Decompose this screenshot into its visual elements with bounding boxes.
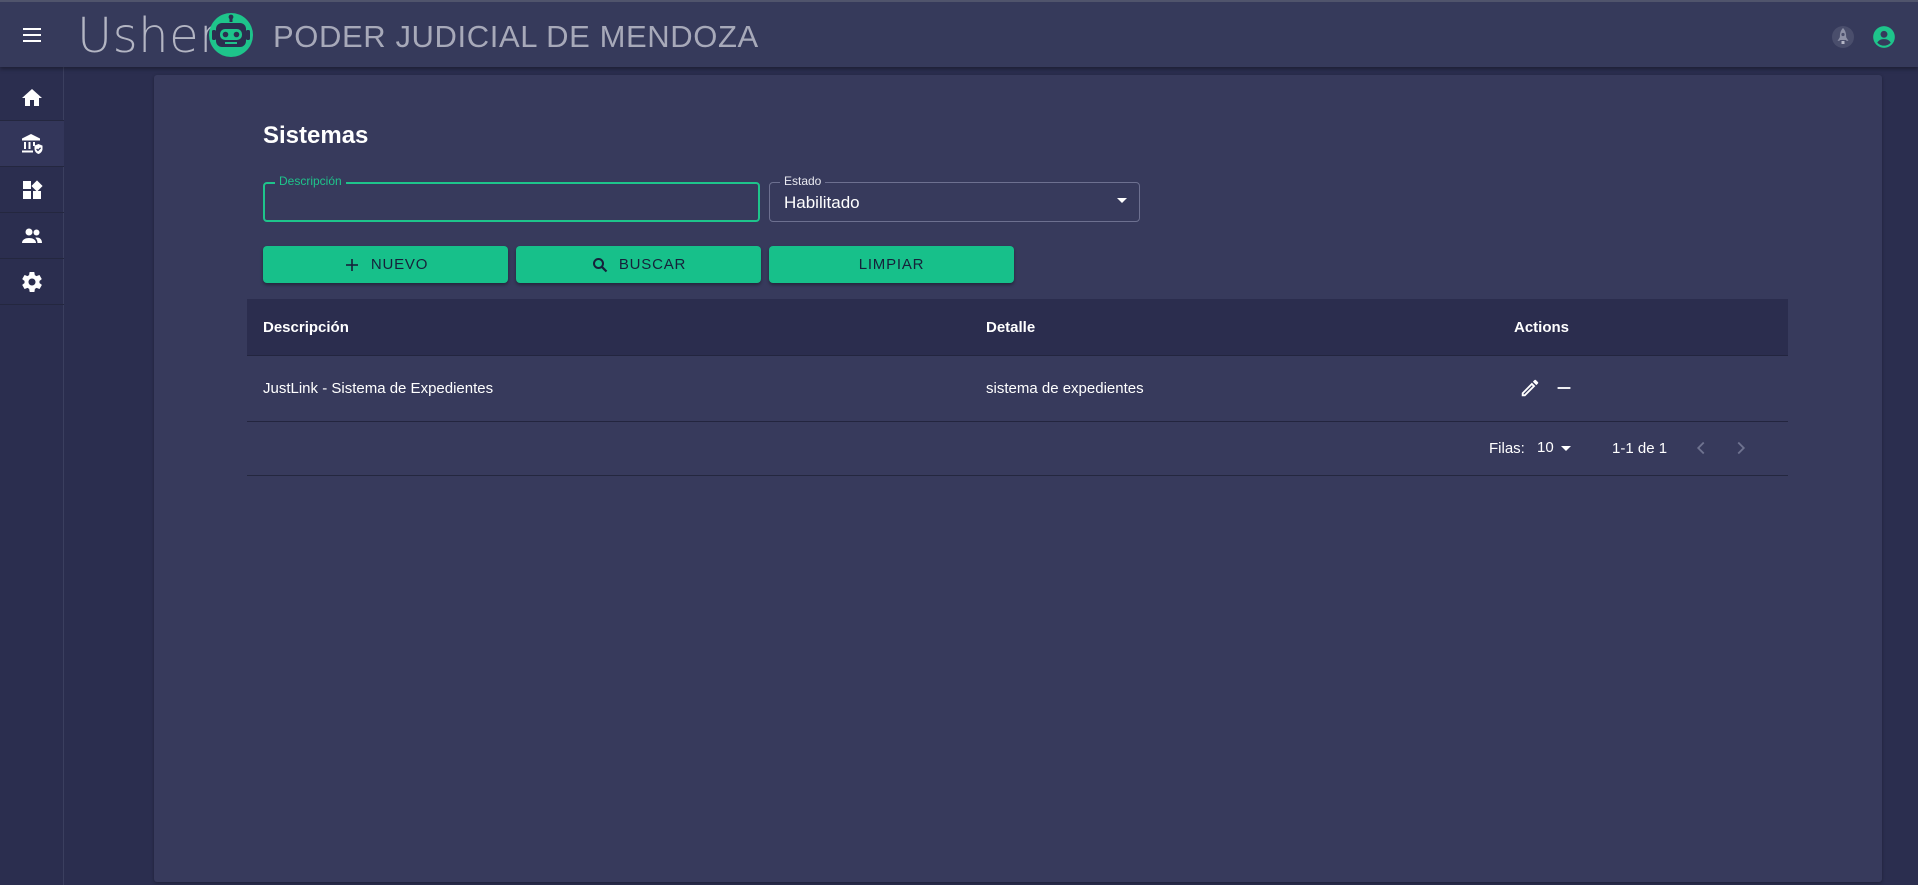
cell-detalle: sistema de expedientes	[986, 380, 1144, 397]
gear-icon	[22, 271, 42, 292]
limpiar-button[interactable]: LIMPIAR	[769, 246, 1014, 283]
estado-select[interactable]: Estado Habilitado	[769, 174, 1140, 222]
previous-page-button[interactable]	[1687, 434, 1715, 462]
sidebar-item-institutions[interactable]	[0, 121, 64, 167]
column-header-descripcion[interactable]: Descripción	[263, 319, 349, 336]
column-header-actions: Actions	[1514, 319, 1570, 336]
pencil-icon	[1521, 379, 1539, 397]
plus-icon	[345, 258, 358, 271]
table-header: Descripción Detalle Actions	[247, 299, 1788, 356]
sidebar-item-widgets[interactable]	[0, 167, 64, 213]
robot-logo-icon	[209, 13, 253, 57]
dropdown-arrow-icon	[1561, 446, 1571, 451]
sistemas-table: Descripción Detalle Actions JustLink - S…	[247, 299, 1788, 476]
chevron-right-icon	[1737, 441, 1746, 455]
estado-label: Estado	[780, 174, 826, 188]
app-bar: Usher PODER JUDICIAL DE MENDOZA	[0, 0, 1918, 67]
estado-value: Habilitado	[784, 193, 860, 212]
home-icon	[22, 88, 42, 106]
descripcion-field[interactable]: Descripción	[263, 174, 760, 222]
cell-descripcion: JustLink - Sistema de Expedientes	[263, 380, 494, 397]
table-pagination: Filas: 10 1-1 de 1	[247, 422, 1788, 475]
column-header-detalle[interactable]: Detalle	[986, 319, 1035, 336]
disable-button[interactable]	[1551, 375, 1577, 401]
rows-per-page-value: 10	[1537, 439, 1554, 456]
buscar-label: BUSCAR	[618, 256, 687, 273]
organization-name: PODER JUDICIAL DE MENDOZA	[273, 19, 759, 54]
app-brand: Usher	[77, 8, 220, 64]
dropdown-arrow-icon	[1117, 198, 1127, 203]
bank-shield-icon	[22, 133, 43, 154]
sidebar	[0, 67, 64, 885]
menu-button[interactable]	[14, 19, 50, 51]
dashboard-icon	[23, 179, 43, 199]
pagination-range: 1-1 de 1	[1612, 440, 1668, 457]
rocket-icon[interactable]	[1831, 24, 1855, 50]
sidebar-item-users[interactable]	[0, 213, 64, 259]
descripcion-label: Descripción	[275, 174, 346, 188]
menu-icon	[23, 28, 41, 42]
descripcion-input[interactable]	[275, 190, 748, 216]
sidebar-item-home[interactable]	[0, 75, 64, 121]
rows-per-page-select[interactable]: 10	[1537, 435, 1579, 459]
nuevo-button[interactable]: NUEVO	[263, 246, 508, 283]
minus-icon	[1557, 387, 1571, 389]
edit-button[interactable]	[1517, 375, 1543, 401]
people-icon	[22, 228, 42, 243]
rows-per-page-label: Filas:	[1489, 440, 1525, 457]
chevron-left-icon	[1696, 441, 1705, 455]
sidebar-item-settings[interactable]	[0, 259, 64, 305]
limpiar-label: LIMPIAR	[858, 256, 925, 273]
buscar-button[interactable]: BUSCAR	[516, 246, 761, 283]
page-title: Sistemas	[263, 122, 369, 149]
search-icon	[592, 257, 608, 272]
account-circle-icon[interactable]	[1871, 24, 1897, 50]
table-row: JustLink - Sistema de Expedientes sistem…	[247, 356, 1788, 422]
next-page-button[interactable]	[1727, 434, 1755, 462]
nuevo-label: NUEVO	[370, 256, 429, 273]
